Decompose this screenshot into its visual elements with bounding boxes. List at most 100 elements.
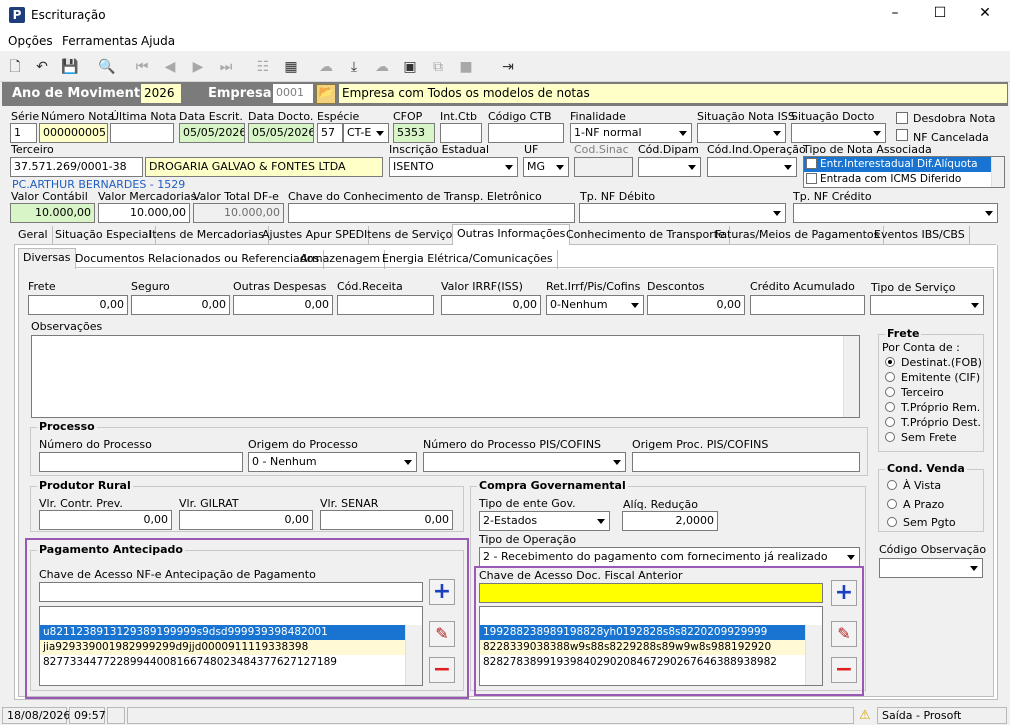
serie-field[interactable]: 1 bbox=[10, 123, 37, 143]
senar-field[interactable]: 0,00 bbox=[320, 510, 453, 530]
uf-select[interactable]: MG bbox=[523, 157, 569, 177]
tab-ajustes-sped[interactable]: Ajustes Apur SPED bbox=[258, 226, 370, 245]
tiposerv-select[interactable] bbox=[870, 295, 984, 315]
list-item[interactable]: u8211238913129389199999s9dsd999939398482… bbox=[40, 625, 422, 640]
edit-chave-anterior-button[interactable]: ✎ bbox=[831, 621, 857, 647]
list-item[interactable]: jia929339001982999299d9jjd00009111193383… bbox=[40, 640, 422, 655]
calc-icon[interactable]: ▦ bbox=[281, 57, 301, 77]
tab-itens-mercadorias[interactable]: Itens de Mercadorias bbox=[145, 226, 269, 245]
subtab-armazenagem[interactable]: Armazenagem bbox=[296, 250, 386, 269]
pag-chave-input[interactable] bbox=[39, 582, 423, 602]
tab-situacao-especial[interactable]: Situação Especial bbox=[51, 226, 157, 245]
sit-iss-select[interactable] bbox=[697, 123, 786, 143]
tpdeb-select[interactable] bbox=[579, 203, 786, 223]
add-pag-chave-button[interactable]: + bbox=[429, 579, 455, 605]
menu-ferramentas[interactable]: Ferramentas bbox=[62, 34, 138, 48]
cloud-icon[interactable]: ☁ bbox=[316, 57, 336, 77]
seguro-field[interactable]: 0,00 bbox=[131, 295, 230, 315]
radio-fob[interactable] bbox=[885, 357, 895, 367]
subtab-documentos[interactable]: Documentos Relacionados ou Referenciados bbox=[71, 250, 325, 269]
sit-docto-select[interactable] bbox=[791, 123, 886, 143]
ultima-field[interactable] bbox=[110, 123, 174, 143]
pag-chave-list[interactable]: u8211238913129389199999s9dsd999939398482… bbox=[39, 606, 423, 686]
cancelada-checkbox[interactable] bbox=[896, 129, 908, 141]
radio-avista[interactable] bbox=[887, 480, 897, 490]
assoc-item[interactable]: Entr.Interestadual Dif.Alíquota bbox=[804, 157, 1004, 172]
num-processo-field[interactable] bbox=[39, 452, 243, 472]
radio-sempgto[interactable] bbox=[887, 517, 897, 527]
subtab-diversas[interactable]: Diversas bbox=[18, 248, 76, 269]
assoc-item[interactable]: Entrada com ICMS Diferido bbox=[804, 172, 1004, 187]
stop-icon[interactable]: ■ bbox=[456, 57, 476, 77]
first-record-icon[interactable]: ⏮ bbox=[132, 57, 152, 77]
aliq-field[interactable]: 2,0000 bbox=[622, 511, 718, 531]
obs-textarea[interactable] bbox=[31, 335, 860, 418]
tab-geral[interactable]: Geral bbox=[14, 226, 53, 245]
codrec-field[interactable] bbox=[337, 295, 434, 315]
orig-pis-field[interactable] bbox=[632, 452, 860, 472]
list-item[interactable]: 199288238989198828yh0192828s8s8220209929… bbox=[480, 625, 822, 640]
chave-anterior-input[interactable] bbox=[479, 583, 823, 603]
folder-icon[interactable]: 📂 bbox=[316, 84, 336, 104]
numero-field[interactable]: 000000005 bbox=[39, 123, 108, 143]
radio-cif[interactable] bbox=[885, 372, 895, 382]
tab-faturas[interactable]: Faturas/Meios de Pagamentos bbox=[711, 226, 885, 245]
chave-anterior-list[interactable]: 199288238989198828yh0192828s8s8220209929… bbox=[479, 606, 823, 686]
ano-field[interactable]: 2026 bbox=[140, 83, 182, 104]
list-item[interactable]: 8282783899193984029020846729026764638893… bbox=[480, 655, 822, 670]
maximize-button[interactable]: ☐ bbox=[925, 5, 955, 21]
irrf-field[interactable]: 0,00 bbox=[441, 295, 541, 315]
menu-opcoes[interactable]: Opções bbox=[8, 34, 53, 48]
codobs-select[interactable] bbox=[879, 558, 983, 578]
remove-pag-chave-button[interactable]: − bbox=[429, 657, 455, 683]
radio-aprazo[interactable] bbox=[887, 499, 897, 509]
cib-icon[interactable]: ▣ bbox=[400, 57, 420, 77]
outras-field[interactable]: 0,00 bbox=[233, 295, 333, 315]
tipo-assoc-list[interactable]: Entr.Interestadual Dif.Alíquota Entrada … bbox=[803, 156, 1005, 188]
intctb-field[interactable] bbox=[440, 123, 482, 143]
edit-pag-chave-button[interactable]: ✎ bbox=[429, 621, 455, 647]
especie-select[interactable]: CT-E bbox=[343, 123, 389, 143]
contr-field[interactable]: 0,00 bbox=[39, 510, 172, 530]
tab-conhecimento-transporte[interactable]: Conhecimento de Transporte bbox=[562, 226, 730, 245]
tpcred-select[interactable] bbox=[793, 203, 998, 223]
dipam-select[interactable] bbox=[638, 157, 701, 177]
add-chave-anterior-button[interactable]: + bbox=[831, 580, 857, 606]
new-file-icon[interactable]: 🗋 bbox=[5, 57, 25, 77]
frete-field[interactable]: 0,00 bbox=[28, 295, 128, 315]
cnpj-field[interactable]: 37.571.269/0001-38 bbox=[10, 157, 143, 177]
list-item[interactable]: 8228339038388w9s88s8229288s89w9w8s988192… bbox=[480, 640, 822, 655]
desc-field[interactable]: 0,00 bbox=[647, 295, 745, 315]
next-record-icon[interactable]: ▶ bbox=[188, 57, 208, 77]
ente-select[interactable]: 2-Estados bbox=[479, 511, 610, 531]
cloud2-icon[interactable]: ☁ bbox=[372, 57, 392, 77]
exit-icon[interactable]: ⇥ bbox=[498, 57, 518, 77]
close-button[interactable]: ✕ bbox=[970, 5, 1000, 21]
cfop-field[interactable]: 5353 bbox=[393, 123, 435, 143]
tab-itens-servicos[interactable]: Itens de Serviços bbox=[360, 226, 464, 245]
oper-select[interactable]: 2 - Recebimento do pagamento com forneci… bbox=[479, 547, 860, 567]
num-pis-select[interactable] bbox=[423, 452, 626, 472]
save-icon[interactable]: 💾 bbox=[60, 57, 80, 77]
desdobra-checkbox[interactable] bbox=[896, 112, 908, 124]
undo-icon[interactable]: ↶ bbox=[32, 57, 52, 77]
preview-icon[interactable]: 🔍 bbox=[97, 57, 117, 77]
chave-cte-field[interactable] bbox=[288, 203, 575, 223]
origem-processo-select[interactable]: 0 - Nenhum bbox=[248, 452, 417, 472]
cred-field[interactable] bbox=[750, 295, 865, 315]
finalidade-select[interactable]: 1-NF normal bbox=[570, 123, 692, 143]
vcontabil-field[interactable]: 10.000,00 bbox=[10, 203, 95, 223]
data-docto-field[interactable]: 05/05/2026 bbox=[248, 123, 314, 143]
download-icon[interactable]: ⤓ bbox=[344, 57, 364, 77]
list-item[interactable]: 8277334477228994400816674802348437762712… bbox=[40, 655, 422, 670]
tab-eventos-ibs[interactable]: Eventos IBS/CBS bbox=[870, 226, 970, 245]
data-escrit-field[interactable]: 05/05/2026 bbox=[179, 123, 245, 143]
codctb-field[interactable] bbox=[488, 123, 564, 143]
subtab-energia[interactable]: Energia Elétrica/Comunicações bbox=[378, 250, 558, 269]
last-record-icon[interactable]: ⏭ bbox=[216, 57, 236, 77]
menu-ajuda[interactable]: Ajuda bbox=[141, 34, 175, 48]
especie-code-field[interactable]: 57 bbox=[317, 123, 343, 143]
radio-terceiro[interactable] bbox=[885, 387, 895, 397]
copy-icon[interactable]: ⧉ bbox=[428, 57, 448, 77]
ret-select[interactable]: 0-Nenhum bbox=[546, 295, 644, 315]
